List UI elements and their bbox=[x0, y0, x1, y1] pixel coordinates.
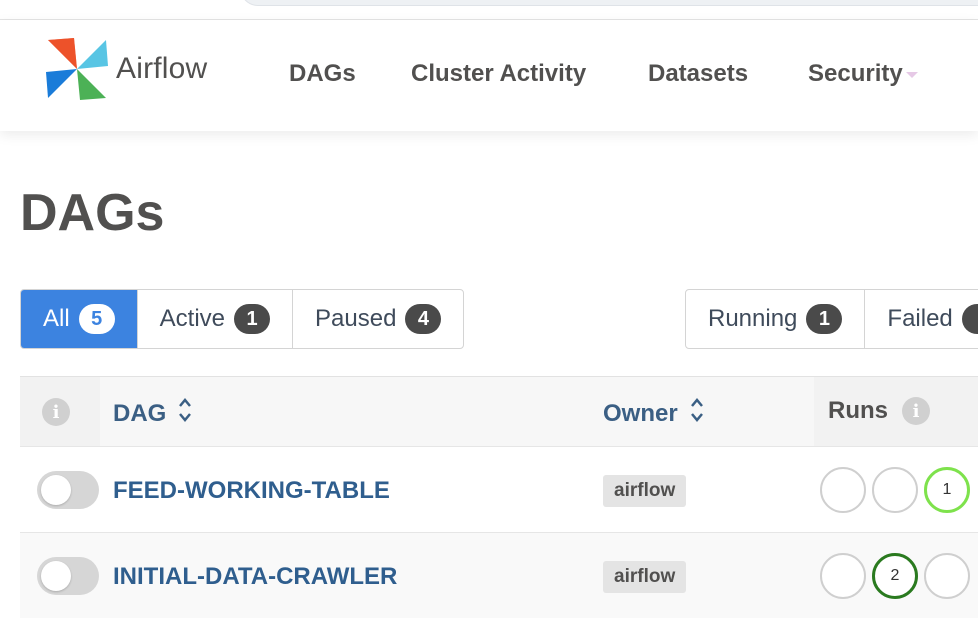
nav-cluster-activity[interactable]: Cluster Activity bbox=[411, 60, 586, 88]
filter-all[interactable]: All 5 bbox=[21, 290, 138, 348]
run-state-filter-group: Running 1 Failed bbox=[685, 289, 978, 349]
nav-dags[interactable]: DAGs bbox=[289, 60, 356, 88]
column-header-dag[interactable]: DAG bbox=[113, 397, 192, 430]
table-row: INITIAL-DATA-CRAWLER airflow 2 bbox=[20, 532, 978, 618]
pause-toggle[interactable] bbox=[37, 557, 99, 595]
filter-all-label: All bbox=[43, 305, 70, 332]
owner-tag[interactable]: airflow bbox=[603, 475, 687, 507]
filter-active-label: Active bbox=[159, 305, 226, 332]
filter-failed-count bbox=[961, 304, 978, 334]
column-runs-label: Runs bbox=[828, 397, 888, 424]
table-row: FEED-WORKING-TABLE airflow 1 bbox=[20, 446, 978, 532]
run-state-circle[interactable] bbox=[924, 553, 970, 599]
run-state-circle-running[interactable]: 1 bbox=[924, 467, 970, 513]
top-navbar: Airflow DAGs Cluster Activity Datasets S… bbox=[0, 20, 978, 131]
filter-failed[interactable]: Failed bbox=[865, 290, 978, 348]
airflow-logo-link[interactable]: Airflow bbox=[44, 36, 207, 102]
run-state-circle[interactable] bbox=[820, 553, 866, 599]
dags-table: i DAG Owner Runs i FEED-WORKING-TABLE ai… bbox=[20, 376, 978, 618]
table-header: i DAG Owner Runs i bbox=[20, 376, 978, 447]
dag-link[interactable]: FEED-WORKING-TABLE bbox=[113, 477, 390, 505]
dag-link[interactable]: INITIAL-DATA-CRAWLER bbox=[113, 563, 397, 591]
header-highlight bbox=[100, 377, 814, 447]
sort-icon bbox=[178, 397, 192, 430]
toggle-knob bbox=[41, 475, 71, 505]
filter-running-label: Running bbox=[708, 305, 798, 332]
nav-datasets[interactable]: Datasets bbox=[648, 60, 748, 88]
chevron-down-icon bbox=[905, 71, 918, 78]
airflow-pinwheel-icon bbox=[44, 36, 110, 102]
info-icon[interactable]: i bbox=[902, 397, 930, 425]
app-name: Airflow bbox=[116, 52, 208, 85]
status-filter-group: All 5 Active 1 Paused 4 bbox=[20, 289, 465, 349]
filter-running[interactable]: Running 1 bbox=[686, 290, 866, 348]
address-bar[interactable] bbox=[240, 0, 978, 6]
run-state-circle-success[interactable]: 2 bbox=[872, 553, 918, 599]
column-header-owner[interactable]: Owner bbox=[603, 397, 704, 430]
nav-security[interactable]: Security bbox=[808, 60, 918, 88]
info-icon[interactable]: i bbox=[42, 398, 70, 426]
page-title: DAGs bbox=[20, 184, 165, 242]
browser-top-strip bbox=[0, 0, 978, 20]
column-dag-label: DAG bbox=[113, 399, 167, 427]
sort-icon bbox=[690, 397, 704, 430]
filter-active[interactable]: Active 1 bbox=[138, 290, 294, 348]
filter-paused-label: Paused bbox=[315, 305, 397, 332]
nav-security-label: Security bbox=[808, 60, 903, 87]
filter-paused[interactable]: Paused 4 bbox=[293, 290, 463, 348]
pause-toggle[interactable] bbox=[37, 471, 99, 509]
column-header-runs: Runs i bbox=[828, 397, 930, 425]
run-state-circle[interactable] bbox=[872, 467, 918, 513]
run-state-circle[interactable] bbox=[820, 467, 866, 513]
filter-active-count: 1 bbox=[234, 304, 271, 334]
owner-tag[interactable]: airflow bbox=[603, 561, 687, 593]
column-owner-label: Owner bbox=[603, 399, 678, 427]
toggle-knob bbox=[41, 561, 71, 591]
filter-all-count: 5 bbox=[78, 304, 115, 334]
filter-running-count: 1 bbox=[806, 304, 843, 334]
filter-paused-count: 4 bbox=[405, 304, 442, 334]
filter-failed-label: Failed bbox=[887, 305, 953, 332]
